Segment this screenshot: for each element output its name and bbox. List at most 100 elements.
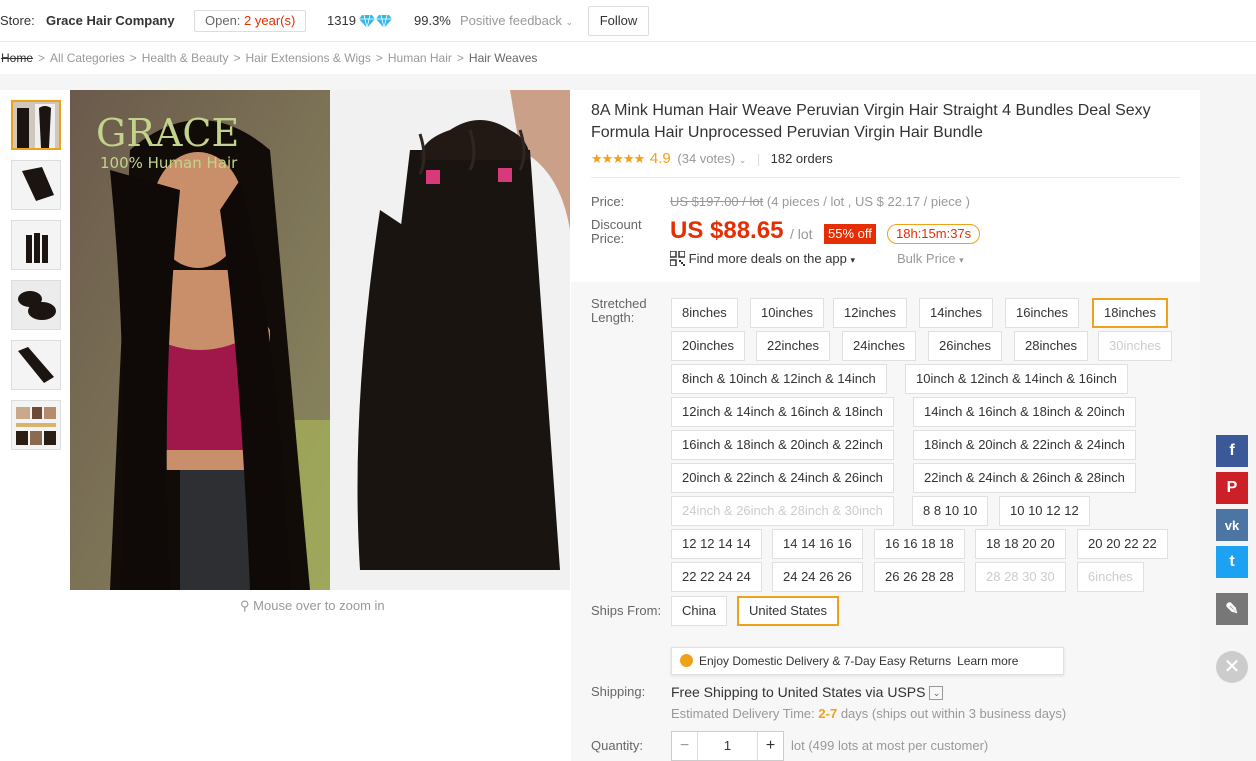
gallery-thumb-2[interactable] xyxy=(11,160,61,210)
per-lot-unit: / lot xyxy=(790,226,813,242)
shipping-label: Shipping: xyxy=(591,684,646,699)
open-years: 2 year(s) xyxy=(244,13,296,28)
length-option[interactable]: 8inches xyxy=(671,298,738,328)
length-option[interactable]: 12inch & 14inch & 16inch & 18inch xyxy=(671,397,894,427)
ships-from-united-states[interactable]: United States xyxy=(737,596,840,626)
ships-from-china[interactable]: China xyxy=(671,596,727,626)
store-score: 1319 xyxy=(327,13,356,28)
quantity-minus-button[interactable]: − xyxy=(672,732,698,760)
product-main-image[interactable]: GRACE 100% Human Hair xyxy=(70,90,570,590)
lightbulb-icon xyxy=(680,654,693,668)
gallery-thumb-1[interactable] xyxy=(11,100,61,150)
vk-share-button[interactable]: vk xyxy=(1216,509,1248,541)
length-option[interactable]: 10inches xyxy=(750,298,825,328)
length-option[interactable]: 16inch & 18inch & 20inch & 22inch xyxy=(671,430,894,460)
gallery-thumb-4[interactable] xyxy=(11,280,61,330)
length-option[interactable]: 14inches xyxy=(919,298,994,328)
find-deals-dropdown[interactable]: Find more deals on the app ▾ xyxy=(669,250,856,267)
diamond-icon xyxy=(359,14,375,28)
length-option[interactable]: 20 20 22 22 xyxy=(1077,529,1168,559)
length-label-line2: Length: xyxy=(591,310,635,325)
positive-feedback-dropdown[interactable]: Positive feedback ⌄ xyxy=(460,13,573,28)
gallery-thumb-6[interactable] xyxy=(11,400,61,450)
breadcrumb: Home > All Categories > Health & Beauty > Hair… xyxy=(1,51,538,65)
length-option[interactable]: 12 12 14 14 xyxy=(671,529,762,559)
chevron-down-icon: ⌄ xyxy=(738,155,747,165)
length-option[interactable]: 28inches xyxy=(1014,331,1089,361)
open-label: Open: xyxy=(205,13,241,28)
breadcrumb-human-hair[interactable]: Human Hair xyxy=(388,51,452,65)
breadcrumb-hair-extensions[interactable]: Hair Extensions & Wigs xyxy=(245,51,370,65)
length-option[interactable]: 22 22 24 24 xyxy=(671,562,762,592)
breadcrumb-health-beauty[interactable]: Health & Beauty xyxy=(142,51,229,65)
diamond-icon xyxy=(376,14,392,28)
chevron-down-icon: ⌄ xyxy=(565,17,574,27)
length-label-line1: Stretched xyxy=(591,296,647,311)
length-option[interactable]: 10inch & 12inch & 14inch & 16inch xyxy=(905,364,1128,394)
feedback-label: Positive feedback xyxy=(460,13,562,28)
chevron-down-icon: ⌄ xyxy=(929,686,944,701)
length-option[interactable]: 20inches xyxy=(671,331,746,361)
learn-more-link[interactable]: Learn more xyxy=(957,654,1018,668)
length-option[interactable]: 22inch & 24inch & 26inch & 28inch xyxy=(913,463,1136,493)
product-info: 8A Mink Human Hair Weave Peruvian Virgin… xyxy=(571,90,1200,761)
length-option[interactable]: 22inches xyxy=(756,331,831,361)
store-bar: Store: Grace Hair Company Open: 2 year(s… xyxy=(0,0,1256,42)
twitter-share-button[interactable]: t xyxy=(1216,546,1248,578)
pinterest-share-button[interactable]: P xyxy=(1216,472,1248,504)
length-option[interactable]: 10 10 12 12 xyxy=(999,496,1090,526)
length-option[interactable]: 24inches xyxy=(842,331,917,361)
discount-label-line1: Discount xyxy=(591,217,642,232)
length-option[interactable]: 8 8 10 10 xyxy=(912,496,989,526)
votes-dropdown[interactable]: (34 votes) ⌄ xyxy=(677,151,746,166)
breadcrumb-all-categories[interactable]: All Categories xyxy=(50,51,125,65)
length-option[interactable]: 26 26 28 28 xyxy=(874,562,965,592)
length-option[interactable]: 12inches xyxy=(833,298,908,328)
length-option[interactable]: 20inch & 22inch & 24inch & 26inch xyxy=(671,463,894,493)
close-icon: ✕ xyxy=(1223,656,1241,678)
gallery-thumb-3[interactable] xyxy=(11,220,61,270)
product-photo: GRACE 100% Human Hair xyxy=(70,90,570,590)
pencil-icon: ✎ xyxy=(1225,601,1239,618)
search-icon: ⚲ xyxy=(240,598,250,613)
facebook-share-button[interactable]: f xyxy=(1216,435,1248,467)
options-panel: Stretched Length: 8inches 10inches 12inche… xyxy=(571,282,1200,761)
estimated-delivery: Estimated Delivery Time: 2-7 days (ships… xyxy=(671,706,1067,721)
length-option[interactable]: 8inch & 10inch & 12inch & 14inch xyxy=(671,364,887,394)
store-label: Store: xyxy=(0,13,35,28)
shipping-method[interactable]: Free Shipping to United States via USPS ⌄ xyxy=(671,684,944,701)
store-open-badge: Open: 2 year(s) xyxy=(194,10,307,32)
caret-down-icon: ▾ xyxy=(850,255,856,265)
breadcrumb-hair-weaves: Hair Weaves xyxy=(468,51,538,65)
length-option[interactable]: 14 14 16 16 xyxy=(772,529,863,559)
watermark-logo: GRACE xyxy=(96,111,239,155)
twitter-icon: t xyxy=(1229,553,1235,570)
edit-button[interactable]: ✎ xyxy=(1216,593,1248,625)
divider xyxy=(591,177,1180,178)
length-option[interactable]: 16 16 18 18 xyxy=(874,529,965,559)
gallery-thumb-5[interactable] xyxy=(11,340,61,390)
bulk-price-dropdown[interactable]: Bulk Price ▾ xyxy=(897,251,964,266)
price-label: Price: xyxy=(591,194,625,209)
length-option[interactable]: 26inches xyxy=(928,331,1003,361)
length-option[interactable]: 14inch & 16inch & 18inch & 20inch xyxy=(913,397,1136,427)
discount-label-line2: Price: xyxy=(591,231,625,246)
quantity-label: Quantity: xyxy=(591,738,644,753)
length-option[interactable]: 24 24 26 26 xyxy=(772,562,863,592)
close-share-button[interactable]: ✕ xyxy=(1216,651,1248,683)
star-rating-icon: ★★★★★ xyxy=(591,151,645,166)
ships-from-label: Ships From: xyxy=(591,603,662,618)
length-option[interactable]: 18inch & 20inch & 22inch & 24inch xyxy=(913,430,1136,460)
quantity-plus-button[interactable]: + xyxy=(757,732,783,760)
rating-value: 4.9 xyxy=(649,150,671,167)
length-option[interactable]: 18inches xyxy=(1092,298,1169,328)
qr-code-icon xyxy=(669,250,686,267)
breadcrumb-bar: Home > All Categories > Health & Beauty > Hair… xyxy=(0,42,1256,74)
breadcrumb-home[interactable]: Home xyxy=(1,51,33,65)
domestic-delivery-tip: Enjoy Domestic Delivery & 7-Day Easy Ret… xyxy=(671,647,1064,675)
length-option[interactable]: 18 18 20 20 xyxy=(975,529,1066,559)
length-option[interactable]: 16inches xyxy=(1005,298,1080,328)
store-name-link[interactable]: Grace Hair Company xyxy=(46,13,175,28)
follow-button[interactable]: Follow xyxy=(588,6,649,36)
quantity-input[interactable]: 1 xyxy=(698,732,757,760)
